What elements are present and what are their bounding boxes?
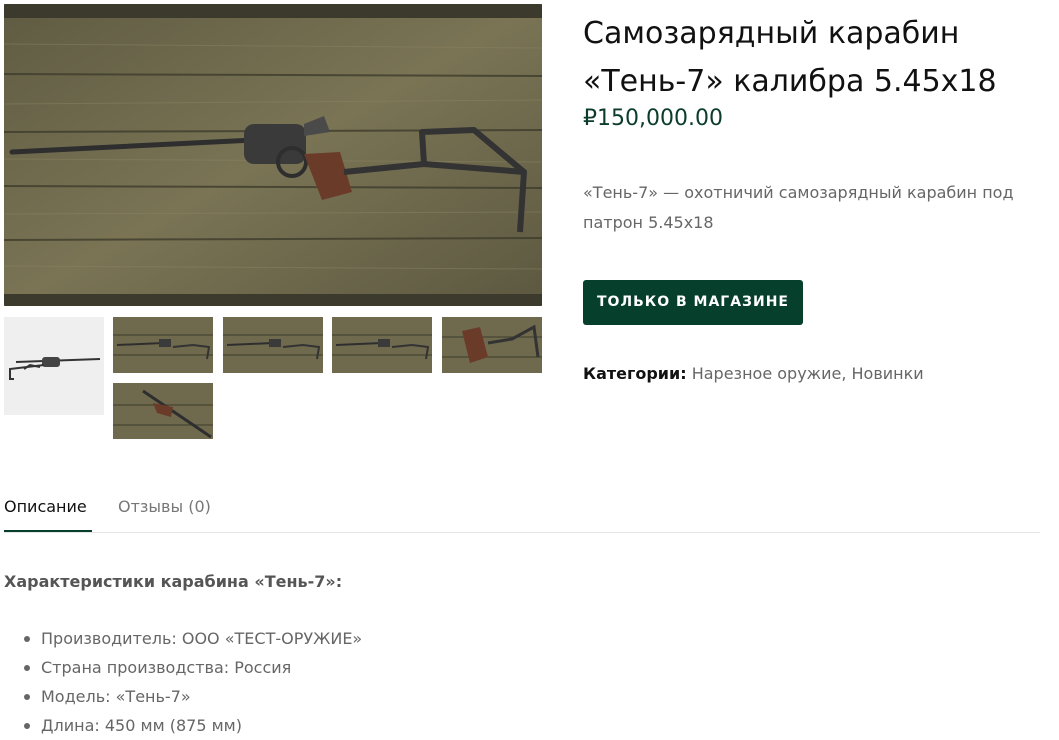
- spec-length: Длина: 450 мм (875 мм): [22, 711, 362, 740]
- product-title-line-1: Самозарядный карабин: [583, 16, 960, 51]
- thumbnail-image: [332, 317, 432, 373]
- category-link-rifled-weapons[interactable]: Нарезное оружие: [692, 364, 842, 383]
- categories-separator: ,: [841, 364, 847, 383]
- product-price: ₽150,000.00: [583, 106, 723, 131]
- thumbnail-image: [113, 317, 213, 373]
- gallery-thumbnail[interactable]: [442, 317, 542, 373]
- thumbnail-image: [4, 317, 104, 415]
- categories-label: Категории:: [583, 364, 687, 383]
- thumbnail-image: [442, 317, 542, 373]
- thumbnail-image: [113, 383, 213, 439]
- tab-description[interactable]: Описание: [4, 494, 92, 532]
- product-title-line-2: «Тень-7» калибра 5.45x18: [583, 64, 997, 99]
- spec-country: Страна производства: Россия: [22, 653, 362, 682]
- carbine-photo: [4, 4, 542, 306]
- gallery-thumbnail[interactable]: [332, 317, 432, 373]
- specs-list: Производитель: ООО «ТЕСТ-ОРУЖИЕ» Страна …: [22, 624, 362, 740]
- product-page: Самозарядный карабин «Тень-7» калибра 5.…: [0, 0, 1059, 740]
- main-product-image[interactable]: [4, 4, 542, 306]
- thumbnail-image: [223, 317, 323, 373]
- gallery-thumbnail[interactable]: [4, 317, 104, 415]
- specs-heading: Характеристики карабина «Тень-7»:: [4, 572, 343, 591]
- product-categories: Категории: Нарезное оружие, Новинки: [583, 364, 924, 383]
- spec-model: Модель: «Тень-7»: [22, 682, 362, 711]
- gallery-thumbnail[interactable]: [113, 383, 213, 439]
- product-tabs: Описание Отзывы (0): [4, 482, 1040, 533]
- gallery-thumbnail[interactable]: [223, 317, 323, 373]
- in-store-only-button[interactable]: ТОЛЬКО В МАГАЗИНЕ: [583, 280, 803, 325]
- category-link-new[interactable]: Новинки: [852, 364, 924, 383]
- product-short-description: «Тень-7» — охотничий самозарядный караби…: [583, 183, 1014, 232]
- gallery-thumbnail[interactable]: [113, 317, 213, 373]
- spec-manufacturer: Производитель: ООО «ТЕСТ-ОРУЖИЕ»: [22, 624, 362, 653]
- product-title: Самозарядный карабин «Тень-7» калибра 5.…: [583, 10, 1043, 106]
- tab-reviews[interactable]: Отзывы (0): [118, 494, 211, 532]
